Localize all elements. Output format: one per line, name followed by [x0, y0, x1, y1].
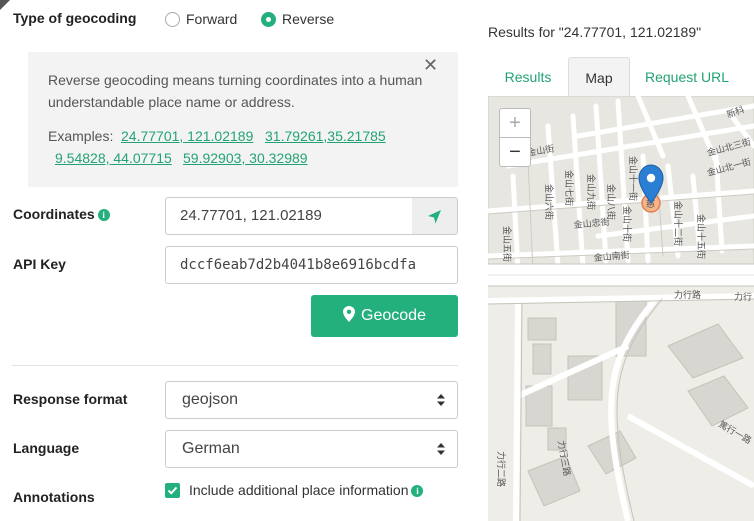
radio-forward[interactable]: Forward [165, 10, 237, 27]
annotations-checkbox[interactable] [165, 483, 180, 498]
street-label: 力行二路 [495, 451, 507, 487]
radio-reverse[interactable]: Reverse [261, 10, 334, 27]
response-format-value: geojson [182, 391, 239, 408]
response-format-label: Response format [13, 391, 128, 407]
location-arrow-icon [428, 210, 441, 224]
coordinates-label-text: Coordinates [13, 206, 95, 222]
info-text: Reverse geocoding means turning coordina… [48, 72, 423, 110]
radio-forward-label: Forward [186, 11, 238, 28]
zoom-out-button[interactable]: − [499, 137, 531, 167]
street-label: 金山十一街 [627, 156, 639, 201]
street-label: 金山九街 [585, 174, 597, 210]
language-value: German [182, 440, 240, 457]
example-link[interactable]: 31.79261,35.21785 [265, 128, 386, 144]
sort-arrows-icon [437, 394, 445, 406]
street-label: 力行路 [674, 289, 701, 301]
tab-map[interactable]: Map [568, 57, 630, 97]
street-label: 金山七街 [563, 170, 575, 206]
annotations-checkbox-text: Include additional place information [189, 482, 409, 498]
geocoding-type-label: Type of geocoding [13, 10, 137, 26]
tab-results[interactable]: Results [496, 57, 560, 97]
divider [12, 365, 458, 366]
zoom-in-button[interactable]: + [499, 108, 531, 138]
street-label: 力行 [734, 291, 752, 303]
annotations-checkbox-label: Include additional place information i [189, 482, 424, 498]
example-link[interactable]: 59.92903, 30.32989 [183, 150, 308, 166]
locate-button[interactable] [412, 197, 458, 235]
coordinates-label: Coordinates i [13, 206, 110, 222]
annotations-label: Annotations [13, 489, 95, 505]
results-title: Results for "24.77701, 121.02189" [488, 24, 702, 40]
geocode-button[interactable]: Geocode [311, 295, 458, 337]
example-link[interactable]: 24.77701, 121.02189 [121, 128, 253, 144]
street-label: 金山十街 [621, 206, 633, 242]
info-icon[interactable]: i [411, 485, 424, 498]
street-label: 金山六街 [543, 184, 555, 220]
sort-arrows-icon [437, 443, 445, 455]
example-link[interactable]: 9.54828, 44.07715 [55, 150, 172, 166]
radio-forward-circle[interactable] [165, 11, 180, 27]
street-label: 金山八街 [605, 184, 617, 220]
street-label: 金山五街 [501, 226, 513, 262]
response-format-select[interactable]: geojson [165, 381, 458, 419]
radio-reverse-label: Reverse [282, 11, 335, 28]
street-label: 金山十五街 [695, 214, 707, 259]
language-select[interactable]: German [165, 430, 458, 468]
tab-request-url[interactable]: Request URL [640, 57, 734, 97]
api-key-input[interactable]: dccf6eab7d2b4041b8e6916bcdfa [165, 246, 458, 284]
checkmark-icon [167, 486, 178, 495]
language-label: Language [13, 440, 80, 456]
street-label: 金山十二街 [672, 201, 684, 246]
info-icon[interactable]: i [97, 209, 110, 222]
api-key-label: API Key [13, 256, 66, 272]
corner-marker [0, 0, 10, 10]
examples-label: Examples: [48, 128, 114, 144]
radio-reverse-circle[interactable] [261, 11, 276, 27]
geocode-button-label: Geocode [361, 307, 426, 324]
coordinates-input[interactable]: 24.77701, 121.02189 [165, 197, 413, 235]
map-pin-icon [343, 306, 356, 322]
